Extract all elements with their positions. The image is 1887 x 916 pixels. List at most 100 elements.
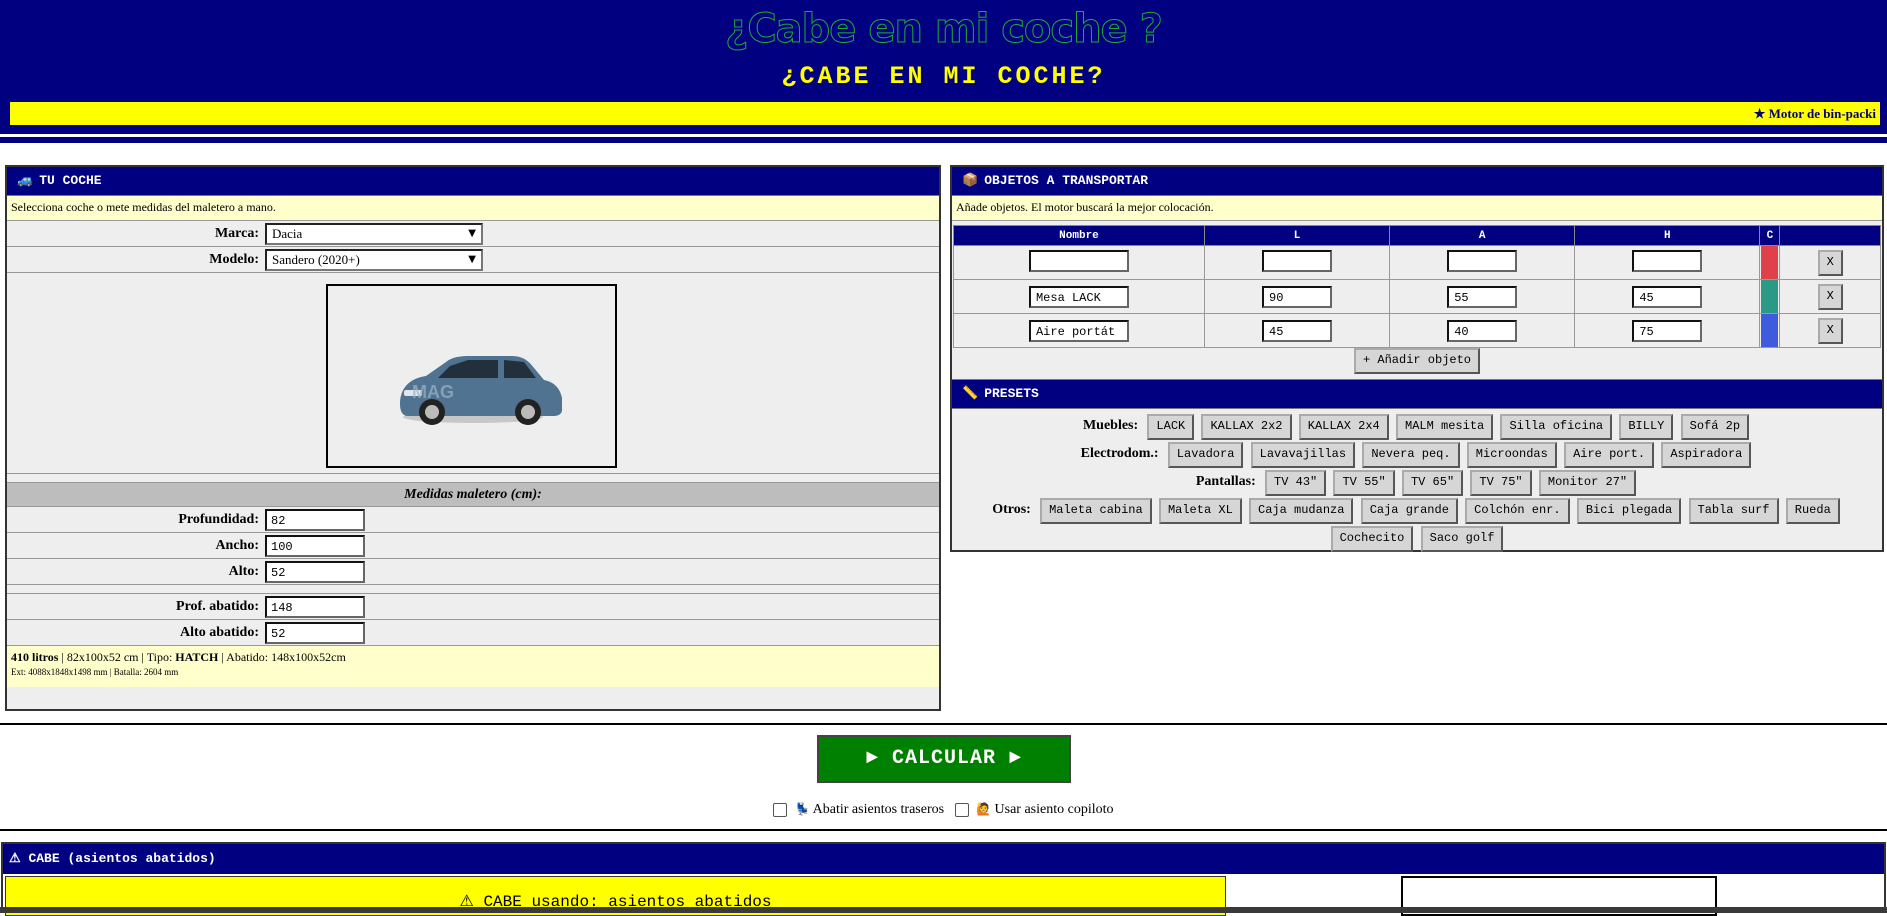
width-input[interactable]: 100 — [265, 534, 365, 557]
preset-button[interactable]: Microondas — [1466, 442, 1557, 468]
object-a-input[interactable]: 40 — [1447, 319, 1518, 342]
object-name-input[interactable]: Mesa LACK — [1028, 285, 1129, 308]
preset-button[interactable]: LACK — [1147, 414, 1195, 440]
pantallas-label: Pantallas: — [1195, 474, 1256, 489]
remove-object-button[interactable]: X — [1817, 249, 1843, 276]
object-color-swatch[interactable] — [1761, 280, 1779, 313]
otros-label: Otros: — [992, 502, 1031, 517]
car-hint: Selecciona coche o mete medidas del male… — [7, 196, 939, 221]
remove-object-button[interactable]: X — [1817, 283, 1843, 310]
calculate-button[interactable]: ► CALCULAR ► — [817, 735, 1071, 783]
preset-button[interactable]: Colchón enr. — [1465, 498, 1570, 524]
folded-height-label: Alto abatido: — [180, 624, 259, 640]
preset-button[interactable]: TV 75" — [1470, 470, 1532, 496]
depth-row: Profundidad: 82 — [7, 507, 939, 533]
options-row: 💺 Abatir asientos traseros 🙋 Usar asient… — [0, 802, 1887, 818]
divider — [7, 474, 939, 483]
brand-select[interactable]: Dacia ▼ — [265, 222, 483, 245]
object-name-input[interactable] — [1028, 249, 1129, 272]
object-a-input[interactable] — [1447, 249, 1518, 272]
section-divider — [0, 723, 1887, 725]
preset-button[interactable]: KALLAX 2x2 — [1201, 414, 1292, 440]
news-marquee: ★ Motor de bin-packi — [10, 102, 1880, 125]
folded-height-row: Alto abatido: 52 — [7, 620, 939, 646]
brand-label: Marca: — [214, 225, 259, 241]
copilot-seat-checkbox[interactable] — [954, 802, 969, 817]
section-divider — [0, 829, 1887, 831]
fold-seats-label: Abatir asientos traseros — [812, 802, 945, 817]
summary-liters: 410 litros — [11, 650, 59, 664]
preset-button[interactable]: MALM mesita — [1396, 414, 1494, 440]
preset-button[interactable]: BILLY — [1619, 414, 1674, 440]
preset-button[interactable]: Silla oficina — [1500, 414, 1613, 440]
table-row: Aire portát 45 40 75 X — [953, 313, 1881, 348]
col-header-name: Nombre — [953, 225, 1205, 246]
preset-button[interactable]: Nevera peq. — [1362, 442, 1460, 468]
preset-button[interactable]: KALLAX 2x4 — [1298, 414, 1389, 440]
objects-hint: Añade objetos. El motor buscará la mejor… — [952, 196, 1882, 221]
object-a-input[interactable]: 55 — [1447, 285, 1518, 308]
site-header: ¿Cabe en mi coche ? ¿CABE EN MI COCHE? ★… — [0, 0, 1887, 143]
preset-button[interactable]: TV 43" — [1265, 470, 1327, 496]
object-color-swatch[interactable] — [1761, 246, 1779, 279]
objects-panel: 📦 OBJETOS A TRANSPORTAR Añade objetos. El… — [950, 165, 1884, 552]
object-color-swatch[interactable] — [1761, 314, 1779, 347]
folded-depth-input[interactable]: 148 — [265, 595, 365, 618]
preset-button[interactable]: Caja grande — [1360, 498, 1458, 524]
col-header-a: A — [1389, 225, 1576, 246]
fold-seats-checkbox[interactable] — [773, 802, 788, 817]
object-l-input[interactable] — [1262, 249, 1333, 272]
preset-button[interactable]: Caja mudanza — [1249, 498, 1354, 524]
preset-button[interactable]: Aspiradora — [1661, 442, 1752, 468]
preset-button[interactable]: Maleta XL — [1158, 498, 1242, 524]
preset-button[interactable]: Tabla surf — [1688, 498, 1779, 524]
preset-button[interactable]: TV 65" — [1401, 470, 1464, 496]
preset-button[interactable]: Saco golf — [1420, 526, 1504, 552]
preset-button[interactable]: Sofá 2p — [1680, 414, 1750, 440]
depth-input[interactable]: 82 — [265, 508, 365, 531]
chevron-down-icon: ▼ — [468, 228, 476, 239]
col-header-h: H — [1574, 225, 1761, 246]
presets-muebles: Muebles: LACK KALLAX 2x2 KALLAX 2x4 MALM… — [952, 411, 1882, 440]
model-select[interactable]: Sandero (2020+) ▼ — [265, 248, 483, 271]
folded-height-input[interactable]: 52 — [265, 621, 365, 644]
preset-button[interactable]: Lavadora — [1167, 442, 1244, 468]
height-label: Alto: — [228, 563, 259, 579]
table-row: Mesa LACK 90 55 45 X — [953, 279, 1881, 314]
object-h-input[interactable] — [1632, 249, 1703, 272]
svg-text:MAG: MAG — [412, 382, 454, 402]
car-summary: 410 litros | 82x100x52 cm | Tipo: HATCH … — [7, 646, 939, 687]
summary-type: HATCH — [175, 650, 219, 664]
height-input[interactable]: 52 — [265, 560, 365, 583]
person-icon: 🙋 — [976, 802, 992, 816]
preset-button[interactable]: Lavavajillas — [1250, 442, 1356, 468]
object-h-input[interactable]: 45 — [1632, 285, 1703, 308]
remove-object-button[interactable]: X — [1817, 317, 1843, 344]
model-row: Modelo: Sandero (2020+) ▼ — [7, 247, 939, 273]
object-l-input[interactable]: 45 — [1262, 319, 1333, 342]
preset-button[interactable]: Monitor 27" — [1538, 470, 1637, 496]
header-divider — [0, 134, 1887, 137]
object-l-input[interactable]: 90 — [1262, 285, 1333, 308]
marquee-text: ★ Motor de bin-packi — [1753, 106, 1876, 121]
width-row: Ancho: 100 — [7, 533, 939, 559]
seat-icon: 💺 — [794, 802, 810, 816]
col-header-c: C — [1759, 225, 1781, 246]
object-h-input[interactable]: 75 — [1632, 319, 1703, 342]
presets-title: 📏 PRESETS — [952, 379, 1882, 409]
presets-area: Muebles: LACK KALLAX 2x2 KALLAX 2x4 MALM… — [952, 411, 1882, 552]
box-icon: 📦 — [962, 173, 979, 188]
preset-button[interactable]: Rueda — [1785, 498, 1840, 524]
preset-button[interactable]: Bici plegada — [1576, 498, 1682, 524]
preset-button[interactable]: Cochecito — [1330, 526, 1414, 552]
car-panel-title: 🚙 TU COCHE — [7, 167, 939, 196]
object-name-input[interactable]: Aire portát — [1028, 319, 1129, 342]
preset-button[interactable]: Aire port. — [1564, 442, 1655, 468]
add-object-button[interactable]: + Añadir objeto — [1353, 348, 1481, 374]
horizontal-scrollbar[interactable] — [0, 907, 1887, 913]
table-row: X — [953, 245, 1881, 280]
preset-button[interactable]: TV 55" — [1333, 470, 1395, 496]
preset-button[interactable]: Maleta cabina — [1040, 498, 1152, 524]
ruler-icon: 📏 — [962, 386, 979, 401]
depth-label: Profundidad: — [178, 511, 259, 527]
